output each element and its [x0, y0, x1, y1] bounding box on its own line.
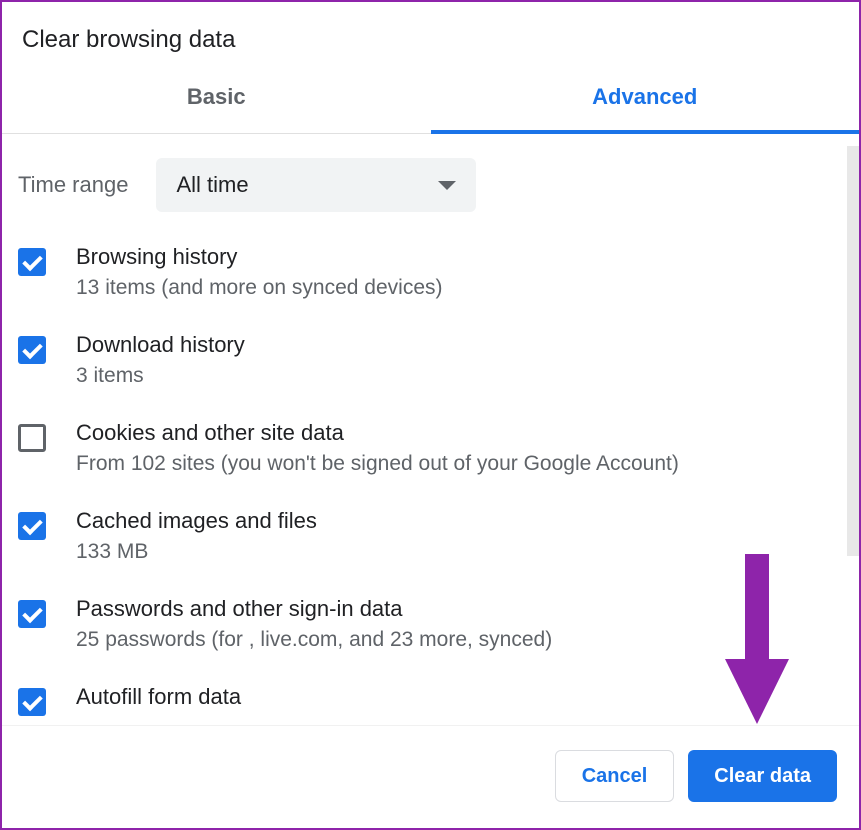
checkbox-passwords[interactable]: [18, 600, 46, 628]
checkbox-cache[interactable]: [18, 512, 46, 540]
item-sub: 25 passwords (for , live.com, and 23 mor…: [76, 628, 552, 652]
checkbox-browsing-history[interactable]: [18, 248, 46, 276]
item-sub: 13 items (and more on synced devices): [76, 276, 443, 300]
chevron-down-icon: [438, 181, 456, 190]
data-type-list: Browsing history 13 items (and more on s…: [18, 234, 843, 716]
time-range-select[interactable]: All time: [156, 158, 476, 212]
checkbox-download-history[interactable]: [18, 336, 46, 364]
list-item: Autofill form data: [18, 674, 843, 716]
list-item: Download history 3 items: [18, 322, 843, 410]
list-item: Passwords and other sign-in data 25 pass…: [18, 586, 843, 674]
cancel-button[interactable]: Cancel: [555, 750, 675, 802]
checkbox-cookies[interactable]: [18, 424, 46, 452]
item-title: Download history: [76, 332, 245, 358]
clear-data-button[interactable]: Clear data: [688, 750, 837, 802]
checkbox-autofill[interactable]: [18, 688, 46, 716]
time-range-label: Time range: [18, 172, 128, 198]
scrollbar[interactable]: [847, 146, 859, 556]
item-sub: 133 MB: [76, 540, 317, 564]
tab-basic[interactable]: Basic: [2, 66, 431, 134]
item-sub: From 102 sites (you won't be signed out …: [76, 452, 679, 476]
item-title: Cached images and files: [76, 508, 317, 534]
list-item: Cookies and other site data From 102 sit…: [18, 410, 843, 498]
list-item: Cached images and files 133 MB: [18, 498, 843, 586]
clear-browsing-data-dialog: Clear browsing data Basic Advanced Time …: [0, 0, 861, 830]
time-range-value: All time: [176, 172, 248, 198]
tab-bar: Basic Advanced: [2, 66, 859, 134]
item-title: Cookies and other site data: [76, 420, 679, 446]
time-range-row: Time range All time: [18, 134, 843, 234]
item-title: Autofill form data: [76, 684, 241, 710]
dialog-title: Clear browsing data: [2, 2, 859, 66]
tab-advanced[interactable]: Advanced: [431, 66, 860, 134]
list-item: Browsing history 13 items (and more on s…: [18, 234, 843, 322]
dialog-body: Time range All time Browsing history 13 …: [2, 134, 859, 725]
item-sub: 3 items: [76, 364, 245, 388]
dialog-footer: Cancel Clear data: [2, 725, 859, 828]
item-title: Passwords and other sign-in data: [76, 596, 552, 622]
item-title: Browsing history: [76, 244, 443, 270]
